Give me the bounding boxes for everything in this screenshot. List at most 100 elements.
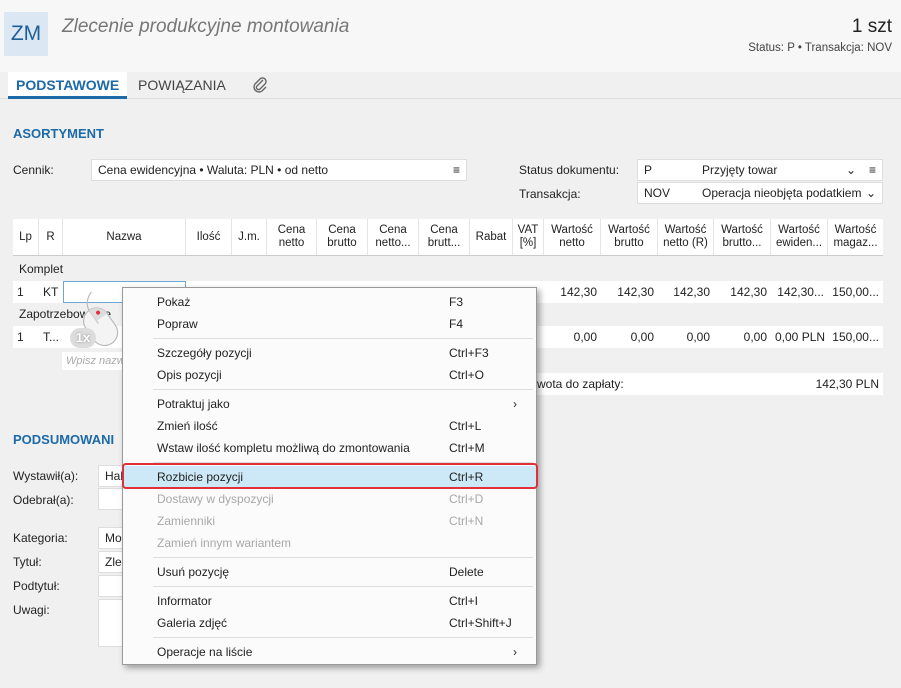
cell-value: 142,30 (730, 285, 767, 299)
transaction-label: Transakcja: (519, 187, 581, 201)
column-header[interactable]: Wartość ewiden... (771, 219, 828, 255)
paperclip-icon[interactable] (244, 72, 276, 98)
cell-value: 0,00 (630, 330, 654, 344)
column-header[interactable]: Cena netto... (368, 219, 419, 255)
status-line: Status: P • Transakcja: NOV (748, 42, 892, 54)
transaction-code: NOV (644, 186, 671, 200)
column-header[interactable]: Wartość brutto (601, 219, 658, 255)
price-list-field[interactable]: Cena ewidencyjna • Waluta: PLN • od nett… (91, 159, 467, 181)
summary-section-title: PODSUMOWANI (13, 432, 115, 447)
column-header[interactable]: Cena brutt... (419, 219, 470, 255)
menu-item-popraw[interactable]: Popraw F4 (123, 313, 536, 335)
menu-item-label: Pokaż (157, 295, 191, 309)
total-bar: wota do zapłaty: 142,30 PLN (535, 373, 883, 395)
menu-item-label: Usuń pozycję (157, 565, 230, 579)
menu-item-szczegoly[interactable]: Szczegóły pozycji Ctrl+F3 (123, 342, 536, 364)
menu-item-label: Operacje na liście (157, 645, 253, 659)
menu-item-label: Szczegóły pozycji (157, 346, 252, 360)
category-label: Kategoria: (13, 531, 68, 545)
chevron-down-icon[interactable]: ⌄ (866, 183, 876, 203)
assortment-section-title: ASORTYMENT (13, 126, 104, 141)
column-header[interactable]: R (39, 219, 63, 255)
menu-item-zamienniki: Zamienniki Ctrl+N (123, 510, 536, 532)
menu-item-shortcut: F3 (449, 295, 464, 309)
mouse-click-icon: 1x (62, 291, 142, 365)
menu-item-operacje[interactable]: Operacje na liście › (123, 641, 536, 663)
menu-item-wstaw-ilosc[interactable]: Wstaw ilość kompletu możliwą do zmontowa… (123, 437, 536, 459)
menu-item-galeria[interactable]: Galeria zdjęć Ctrl+Shift+J (123, 612, 536, 634)
cell-value: 0,00 (686, 330, 710, 344)
cell-lp: 1 (17, 330, 24, 344)
menu-item-label: Wstaw ilość kompletu możliwą do zmontowa… (157, 441, 410, 455)
menu-item-label: Zmień ilość (157, 419, 218, 433)
menu-item-shortcut: Delete (449, 565, 484, 579)
total-value: 142,30 PLN (815, 377, 879, 391)
menu-item-label: Zamienniki (157, 514, 216, 528)
menu-separator (153, 557, 533, 558)
document-status-label: Status dokumentu: (519, 163, 620, 177)
column-header[interactable]: Wartość netto (R) (658, 219, 714, 255)
column-header[interactable]: Wartość magaz... (828, 219, 883, 255)
menu-item-shortcut: Ctrl+Shift+J (449, 616, 512, 630)
total-label: wota do zapłaty: (537, 377, 624, 391)
column-header[interactable]: Cena netto (267, 219, 317, 255)
cell-r: KT (43, 285, 59, 299)
quantity-summary: 1 szt (851, 16, 892, 37)
menu-item-informator[interactable]: Informator Ctrl+I (123, 590, 536, 612)
menu-item-pokaz[interactable]: Pokaż F3 (123, 291, 536, 313)
cell-value: 0,00 (573, 330, 597, 344)
cell-value: 150,00... (832, 330, 879, 344)
menu-item-zmien-ilosc[interactable]: Zmień ilość Ctrl+L (123, 415, 536, 437)
table-header: Lp R Nazwa Ilość J.m. Cena netto Cena br… (13, 219, 883, 256)
menu-item-shortcut: Ctrl+N (449, 514, 484, 528)
column-header[interactable]: Lp (13, 219, 39, 255)
cell-value: 142,30 (673, 285, 710, 299)
price-list-value: Cena ewidencyjna • Waluta: PLN • od nett… (98, 163, 329, 177)
menu-item-shortcut: Ctrl+I (449, 594, 479, 608)
chevron-right-icon: › (513, 397, 517, 411)
column-header[interactable]: J.m. (232, 219, 267, 255)
menu-item-label: Opis pozycji (157, 368, 222, 382)
menu-item-label: Galeria zdjęć (157, 616, 228, 630)
column-header[interactable]: Cena brutto (317, 219, 368, 255)
click-count-badge: 1x (70, 328, 96, 348)
transaction-value: Operacja nieobjęta podatkiem (702, 186, 862, 200)
document-title: Zlecenie produkcyjne montowania (62, 16, 350, 37)
column-header[interactable]: Wartość brutto... (714, 219, 771, 255)
transaction-select[interactable]: NOV Operacja nieobjęta podatkiem ⌄ (637, 182, 883, 204)
menu-icon[interactable]: ≡ (453, 160, 460, 180)
menu-item-shortcut: Ctrl+F3 (449, 346, 489, 360)
document-type-logo: ZM (4, 12, 48, 56)
menu-item-potraktuj[interactable]: Potraktuj jako › (123, 393, 536, 415)
issued-by-label: Wystawił(a): (13, 469, 79, 483)
menu-item-label: Popraw (157, 317, 198, 331)
document-status-code: P (644, 163, 653, 177)
menu-item-opis[interactable]: Opis pozycji Ctrl+O (123, 364, 536, 386)
received-by-label: Odebrał(a): (13, 493, 74, 507)
cell-lp: 1 (17, 285, 24, 299)
menu-item-shortcut: Ctrl+O (449, 368, 485, 382)
menu-icon[interactable]: ≡ (869, 160, 876, 180)
column-header[interactable]: Rabat (470, 219, 513, 255)
subtitle-label: Podtytuł: (13, 579, 60, 593)
column-header[interactable]: Nazwa (63, 219, 186, 255)
column-header[interactable]: Wartość netto (544, 219, 601, 255)
menu-item-dostawy: Dostawy w dyspozycji Ctrl+D (123, 488, 536, 510)
menu-item-shortcut: Ctrl+L (449, 419, 482, 433)
document-status-value: Przyjęty towar (702, 163, 778, 177)
column-header[interactable]: Ilość (186, 219, 232, 255)
cell-value: 142,30 (560, 285, 597, 299)
document-status-select[interactable]: P Przyjęty towar ⌄ ≡ (637, 159, 883, 181)
highlight-frame (122, 463, 538, 489)
menu-separator (153, 389, 533, 390)
column-header[interactable]: VAT [%] (513, 219, 544, 255)
tab-podstawowe[interactable]: PODSTAWOWE (8, 72, 128, 99)
tab-powiazania[interactable]: POWIĄZANIA (130, 72, 234, 98)
chevron-down-icon[interactable]: ⌄ (846, 160, 856, 180)
menu-item-usun[interactable]: Usuń pozycję Delete (123, 561, 536, 583)
menu-item-label: Informator (157, 594, 212, 608)
price-list-label: Cennik: (13, 163, 54, 177)
cell-value: 0,00 (743, 330, 767, 344)
menu-item-shortcut: Ctrl+M (449, 441, 485, 455)
menu-item-zamien-wariant: Zamień innym wariantem (123, 532, 536, 554)
